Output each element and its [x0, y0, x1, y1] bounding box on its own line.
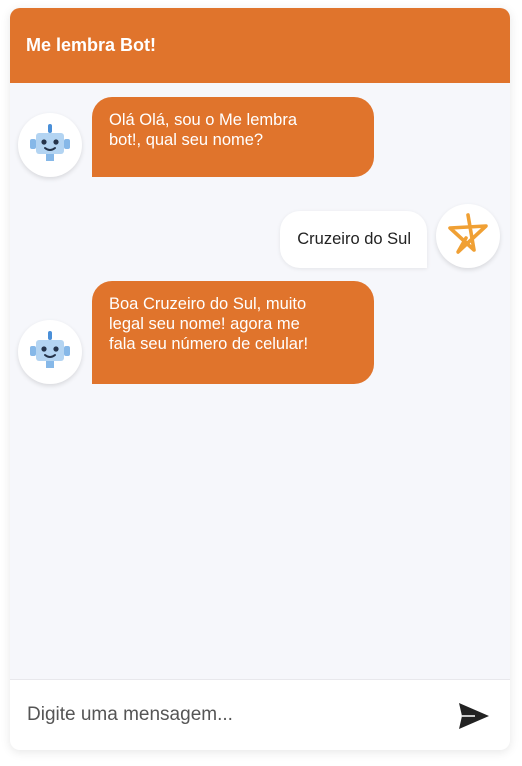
- star-icon: [444, 210, 492, 263]
- user-message: Cruzeiro do Sul: [280, 204, 500, 268]
- message-line: Cruzeiro do Sul: [297, 230, 411, 248]
- robot-icon: [28, 328, 72, 377]
- chat-window: Me lembra Bot! Olá Olá, sou o Me lembra …: [10, 8, 510, 750]
- message-line: fala seu número de celular!: [109, 335, 309, 353]
- message-list: Olá Olá, sou o Me lembra bot!, qual seu …: [10, 83, 510, 679]
- message-bubble: Cruzeiro do Sul: [280, 211, 427, 268]
- message-bubble: Boa Cruzeiro do Sul, muito legal seu nom…: [92, 281, 374, 384]
- bot-message: Boa Cruzeiro do Sul, muito legal seu nom…: [18, 281, 374, 384]
- message-line: bot!, qual seu nome?: [109, 131, 264, 149]
- robot-icon: [28, 121, 72, 170]
- message-line: Olá Olá, sou o Me lembra: [109, 111, 297, 129]
- message-bubble: Olá Olá, sou o Me lembra bot!, qual seu …: [92, 97, 374, 177]
- chat-title: Me lembra Bot!: [26, 35, 157, 55]
- send-icon: [458, 703, 490, 733]
- message-input[interactable]: [25, 703, 429, 727]
- user-avatar: [436, 204, 500, 268]
- bot-message: Olá Olá, sou o Me lembra bot!, qual seu …: [18, 97, 374, 177]
- input-bar: [10, 679, 510, 750]
- chat-header: Me lembra Bot!: [10, 8, 510, 83]
- bot-avatar: [18, 113, 82, 177]
- message-line: legal seu nome! agora me: [109, 315, 300, 333]
- bot-avatar: [18, 320, 82, 384]
- message-line: Boa Cruzeiro do Sul, muito: [109, 295, 307, 313]
- send-button[interactable]: [458, 702, 490, 730]
